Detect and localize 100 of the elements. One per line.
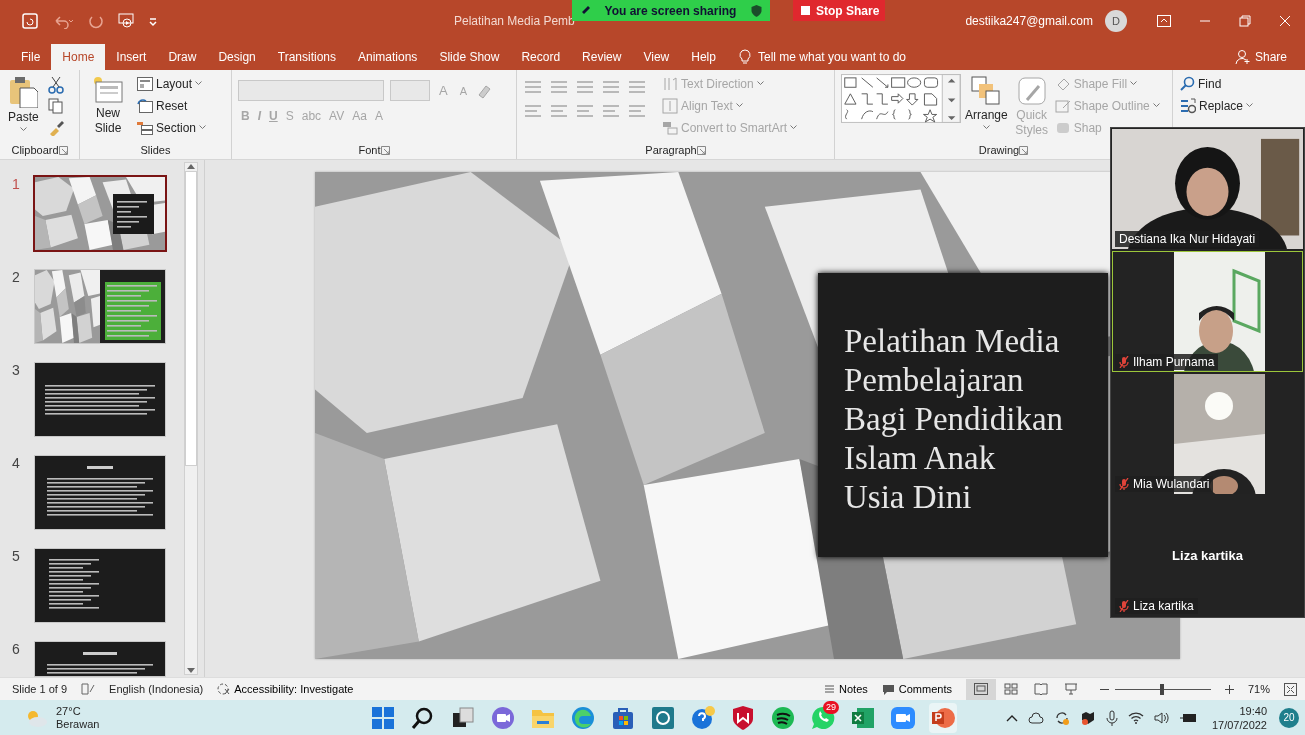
- stop-share-button[interactable]: Stop Share: [793, 0, 885, 21]
- reset-icon: [137, 98, 153, 113]
- ribbon-tab[interactable]: File: [10, 44, 52, 70]
- replace-icon: [1180, 97, 1196, 114]
- shield-icon: [751, 4, 762, 17]
- help-icon: [689, 703, 717, 732]
- restore-icon[interactable]: [1239, 15, 1251, 27]
- comment-icon: [881, 683, 895, 695]
- notification-count[interactable]: 20: [1279, 707, 1299, 728]
- caret-icon: [790, 125, 798, 130]
- slide-number: 5: [12, 548, 21, 564]
- group-label: Font: [358, 144, 381, 156]
- redo-icon[interactable]: [88, 13, 104, 29]
- taskbar-app[interactable]: 29: [809, 702, 837, 733]
- weather-text[interactable]: Berawan: [56, 717, 100, 731]
- notification-badge: 29: [823, 700, 839, 714]
- text-direction-icon: [662, 75, 678, 92]
- ribbon-tab[interactable]: Help: [680, 44, 727, 70]
- launcher-icon[interactable]: [380, 145, 390, 155]
- account-email: destiika247@gmail.com: [965, 14, 1093, 28]
- arrange-icon: [971, 76, 1002, 106]
- zoom-level[interactable]: 71%: [1247, 683, 1270, 695]
- scissors-icon[interactable]: [46, 76, 65, 94]
- accessibility-button[interactable]: Accessibility: Investigate: [217, 683, 354, 695]
- clock-date[interactable]: 17/07/2022: [1211, 717, 1267, 732]
- font-name-field[interactable]: [238, 80, 384, 101]
- new-slide-button[interactable]: New Slide: [86, 74, 130, 138]
- scroll-up-icon[interactable]: [187, 163, 195, 169]
- smartart-icon: [662, 119, 678, 136]
- language-label[interactable]: English (Indonesia): [109, 683, 204, 695]
- caret-icon: [19, 127, 27, 132]
- document-title: Pelatihan Media Pemb: [454, 14, 575, 28]
- notes-button[interactable]: Notes: [824, 683, 868, 695]
- wifi-icon[interactable]: [1127, 711, 1144, 724]
- scroll-down-icon[interactable]: [187, 668, 195, 674]
- comments-button[interactable]: Comments: [881, 683, 952, 695]
- launcher-icon[interactable]: [58, 145, 68, 155]
- ribbon-tab[interactable]: Insert: [105, 44, 158, 70]
- ribbon-command[interactable]: Find: [1179, 74, 1223, 93]
- caret-icon: [199, 125, 207, 130]
- ribbon-tab[interactable]: Slide Show: [428, 44, 511, 70]
- ribbon-tab[interactable]: Home: [51, 44, 106, 70]
- spelling-icon[interactable]: [81, 683, 96, 695]
- close-icon[interactable]: [1279, 15, 1291, 27]
- temperature[interactable]: 27°C: [56, 704, 100, 718]
- ribbon-tab[interactable]: Design: [207, 44, 267, 70]
- share-button[interactable]: Share: [1228, 44, 1293, 70]
- book-icon: [1033, 683, 1048, 695]
- zoom-in-icon[interactable]: [1224, 684, 1234, 694]
- lightbulb-icon[interactable]: [738, 49, 751, 65]
- fit-slide-icon[interactable]: [1284, 682, 1297, 696]
- ribbon-command[interactable]: Reset: [136, 96, 189, 115]
- arrange-button[interactable]: Arrange: [963, 74, 1010, 132]
- launcher-icon[interactable]: [1019, 145, 1029, 155]
- caret-icon: [1152, 103, 1160, 108]
- paste-button[interactable]: Paste: [6, 74, 41, 134]
- copy-icon[interactable]: [46, 97, 65, 115]
- battery-icon[interactable]: [1179, 711, 1198, 724]
- zoom-thumb[interactable]: [1160, 683, 1165, 695]
- undo-icon[interactable]: [52, 13, 74, 29]
- group-label: Clipboard: [11, 144, 59, 156]
- account-avatar[interactable]: D: [1105, 10, 1127, 32]
- group-label: Drawing: [978, 144, 1020, 156]
- ribbon-tab[interactable]: View: [632, 44, 681, 70]
- ribbon-command[interactable]: Section: [136, 118, 208, 137]
- save-icon[interactable]: [22, 13, 38, 29]
- shape-gallery[interactable]: [841, 74, 961, 123]
- font-size-field[interactable]: [390, 80, 430, 101]
- caret-icon: [982, 125, 990, 130]
- projector-icon: [1063, 683, 1078, 695]
- clock-time[interactable]: 19:40: [1239, 703, 1267, 718]
- scrollbar[interactable]: [184, 162, 198, 675]
- slide-thumbnail[interactable]: [33, 175, 167, 252]
- sync-icon[interactable]: [1053, 709, 1070, 726]
- ribbon-tab[interactable]: Transitions: [266, 44, 347, 70]
- presenter-icon[interactable]: [118, 13, 134, 29]
- ribbon-command[interactable]: Replace: [1179, 96, 1255, 115]
- accessibility-icon: [217, 683, 231, 695]
- microphone-icon[interactable]: [1105, 709, 1118, 726]
- caret-icon: [1130, 81, 1138, 86]
- normal-view-icon: [973, 683, 988, 695]
- launcher-icon[interactable]: [696, 145, 706, 155]
- speaker-icon[interactable]: [1153, 711, 1170, 724]
- chevron-up-icon[interactable]: [1005, 713, 1018, 722]
- view-button[interactable]: [965, 678, 996, 700]
- caret-icon: [735, 103, 743, 108]
- ribbon-tab[interactable]: Record: [510, 44, 572, 70]
- tell-me-field[interactable]: Tell me what you want to do: [757, 50, 907, 64]
- cloud-icon[interactable]: [1027, 711, 1044, 724]
- slide-number: 1: [12, 176, 21, 192]
- box-icon[interactable]: [1079, 709, 1096, 726]
- ribbon-tab[interactable]: Review: [571, 44, 633, 70]
- ribbon-tab[interactable]: Animations: [347, 44, 429, 70]
- align-text-icon: [662, 97, 678, 114]
- slide-position: Slide 1 of 9: [12, 683, 68, 695]
- ribbon-command[interactable]: Layout: [136, 74, 204, 93]
- style-brush-icon: [1016, 76, 1047, 106]
- ribbon-tab[interactable]: Draw: [157, 44, 208, 70]
- caret-icon: [195, 81, 203, 86]
- ribbon-display-icon[interactable]: [1157, 15, 1171, 27]
